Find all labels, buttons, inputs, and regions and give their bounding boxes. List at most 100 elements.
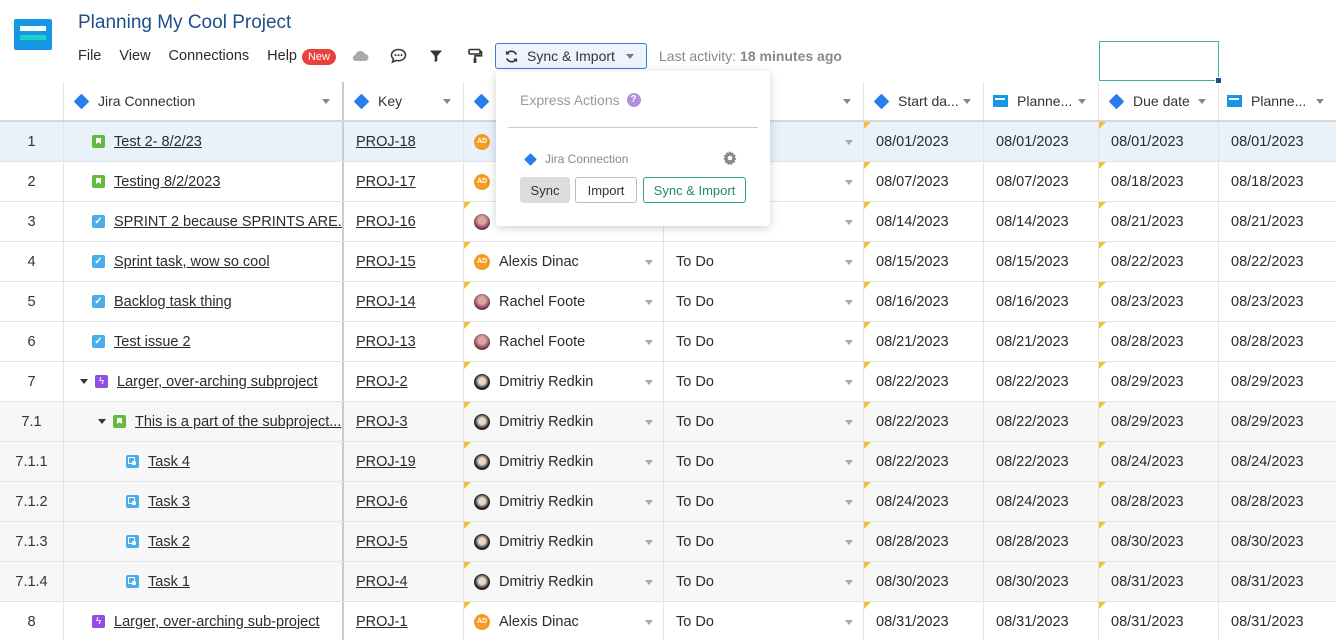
chevron-down-icon[interactable] — [963, 99, 971, 104]
due-date-cell[interactable]: 08/18/2023 — [1099, 162, 1219, 201]
planned-start-cell[interactable]: 08/31/2023 — [984, 602, 1099, 640]
chevron-down-icon[interactable] — [645, 460, 653, 465]
row-number[interactable]: 5 — [0, 282, 64, 321]
assignee-cell[interactable]: Dmitriy Redkin — [464, 442, 664, 481]
chevron-down-icon[interactable] — [845, 140, 853, 145]
start-date-cell[interactable]: 08/22/2023 — [864, 402, 984, 441]
chevron-down-icon[interactable] — [845, 260, 853, 265]
table-row[interactable]: 7.1.3 Task 2 PROJ-5 Dmitriy Redkin To Do 08/2… — [0, 522, 1336, 562]
column-header-jira-connection[interactable]: Jira Connection — [64, 82, 344, 120]
planned-end-cell[interactable]: 08/30/2023 — [1219, 522, 1336, 561]
row-number[interactable]: 7.1.2 — [0, 482, 64, 521]
summary-cell[interactable]: Task 2 — [64, 522, 344, 561]
issue-summary-link[interactable]: Larger, over-arching sub-project — [114, 614, 320, 630]
cloud-icon[interactable] — [350, 46, 370, 66]
start-date-cell[interactable]: 08/07/2023 — [864, 162, 984, 201]
start-date-cell[interactable]: 08/15/2023 — [864, 242, 984, 281]
summary-cell[interactable]: Testing 8/2/2023 — [64, 162, 344, 201]
assignee-cell[interactable]: Rachel Foote — [464, 322, 664, 361]
planned-start-cell[interactable]: 08/15/2023 — [984, 242, 1099, 281]
chevron-down-icon[interactable] — [645, 300, 653, 305]
issue-summary-link[interactable]: Task 1 — [148, 574, 190, 590]
summary-cell[interactable]: ϟ Larger, over-arching subproject — [64, 362, 344, 401]
chevron-down-icon[interactable] — [645, 620, 653, 625]
collapse-toggle-icon[interactable] — [98, 419, 106, 424]
start-date-cell[interactable]: 08/01/2023 — [864, 122, 984, 161]
due-date-cell[interactable]: 08/30/2023 — [1099, 522, 1219, 561]
chevron-down-icon[interactable] — [1316, 99, 1324, 104]
chevron-down-icon[interactable] — [645, 540, 653, 545]
summary-cell[interactable]: ✓ Sprint task, wow so cool — [64, 242, 344, 281]
summary-cell[interactable]: Task 4 — [64, 442, 344, 481]
due-date-cell[interactable]: 08/22/2023 — [1099, 242, 1219, 281]
selected-cell[interactable] — [1099, 41, 1219, 81]
summary-cell[interactable]: Task 1 — [64, 562, 344, 601]
chevron-down-icon[interactable] — [845, 220, 853, 225]
assignee-cell[interactable]: AD Alexis Dinac — [464, 242, 664, 281]
column-header-planned-start[interactable]: Planne... — [984, 82, 1099, 120]
issue-summary-link[interactable]: Test issue 2 — [114, 334, 191, 350]
planned-end-cell[interactable]: 08/24/2023 — [1219, 442, 1336, 481]
due-date-cell[interactable]: 08/28/2023 — [1099, 322, 1219, 361]
row-number[interactable]: 3 — [0, 202, 64, 241]
chevron-down-icon[interactable] — [845, 500, 853, 505]
sync-button[interactable]: Sync — [520, 177, 570, 203]
planned-start-cell[interactable]: 08/21/2023 — [984, 322, 1099, 361]
start-date-cell[interactable]: 08/14/2023 — [864, 202, 984, 241]
planned-end-cell[interactable]: 08/28/2023 — [1219, 322, 1336, 361]
row-number[interactable]: 7.1.3 — [0, 522, 64, 561]
comment-icon[interactable] — [388, 46, 408, 66]
status-cell[interactable]: To Do — [664, 562, 864, 601]
due-date-cell[interactable]: 08/21/2023 — [1099, 202, 1219, 241]
chevron-down-icon[interactable] — [845, 300, 853, 305]
key-cell[interactable]: PROJ-19 — [344, 442, 464, 481]
summary-cell[interactable]: Task 3 — [64, 482, 344, 521]
issue-summary-link[interactable]: Larger, over-arching subproject — [117, 374, 318, 390]
status-cell[interactable]: To Do — [664, 522, 864, 561]
start-date-cell[interactable]: 08/22/2023 — [864, 442, 984, 481]
planned-start-cell[interactable]: 08/22/2023 — [984, 362, 1099, 401]
summary-cell[interactable]: This is a part of the subproject... — [64, 402, 344, 441]
key-cell[interactable]: PROJ-4 — [344, 562, 464, 601]
chevron-down-icon[interactable] — [322, 99, 330, 104]
planned-end-cell[interactable]: 08/23/2023 — [1219, 282, 1336, 321]
chevron-down-icon[interactable] — [845, 340, 853, 345]
issue-summary-link[interactable]: SPRINT 2 because SPRINTS ARE... — [114, 214, 342, 230]
planned-start-cell[interactable]: 08/24/2023 — [984, 482, 1099, 521]
table-row[interactable]: 8 ϟ Larger, over-arching sub-project PROJ-1… — [0, 602, 1336, 640]
status-cell[interactable]: To Do — [664, 482, 864, 521]
key-cell[interactable]: PROJ-14 — [344, 282, 464, 321]
issue-summary-link[interactable]: Task 2 — [148, 534, 190, 550]
due-date-cell[interactable]: 08/28/2023 — [1099, 482, 1219, 521]
summary-cell[interactable]: ✓ Backlog task thing — [64, 282, 344, 321]
chevron-down-icon[interactable] — [845, 540, 853, 545]
due-date-cell[interactable]: 08/29/2023 — [1099, 402, 1219, 441]
planned-end-cell[interactable]: 08/31/2023 — [1219, 602, 1336, 640]
planned-end-cell[interactable]: 08/28/2023 — [1219, 482, 1336, 521]
planned-end-cell[interactable]: 08/18/2023 — [1219, 162, 1336, 201]
menu-view[interactable]: View — [119, 48, 150, 64]
assignee-cell[interactable]: Dmitriy Redkin — [464, 362, 664, 401]
summary-cell[interactable]: ϟ Larger, over-arching sub-project — [64, 602, 344, 640]
chevron-down-icon[interactable] — [845, 460, 853, 465]
chevron-down-icon[interactable] — [645, 340, 653, 345]
due-date-cell[interactable]: 08/23/2023 — [1099, 282, 1219, 321]
start-date-cell[interactable]: 08/31/2023 — [864, 602, 984, 640]
key-cell[interactable]: PROJ-16 — [344, 202, 464, 241]
table-row[interactable]: 5 ✓ Backlog task thing PROJ-14 Rachel Foote T… — [0, 282, 1336, 322]
issue-summary-link[interactable]: Sprint task, wow so cool — [114, 254, 270, 270]
planned-start-cell[interactable]: 08/16/2023 — [984, 282, 1099, 321]
issue-key-link[interactable]: PROJ-6 — [356, 494, 408, 510]
status-cell[interactable]: To Do — [664, 242, 864, 281]
planned-end-cell[interactable]: 08/29/2023 — [1219, 362, 1336, 401]
summary-cell[interactable]: ✓ Test issue 2 — [64, 322, 344, 361]
help-icon[interactable]: ? — [626, 93, 641, 107]
column-header-key[interactable]: Key — [344, 82, 464, 120]
row-number[interactable]: 7.1 — [0, 402, 64, 441]
status-cell[interactable]: To Do — [664, 322, 864, 361]
table-row[interactable]: 7 ϟ Larger, over-arching subproject PROJ-2 D… — [0, 362, 1336, 402]
fill-handle[interactable] — [1215, 77, 1222, 84]
issue-key-link[interactable]: PROJ-14 — [356, 294, 416, 310]
issue-key-link[interactable]: PROJ-17 — [356, 174, 416, 190]
row-number[interactable]: 4 — [0, 242, 64, 281]
